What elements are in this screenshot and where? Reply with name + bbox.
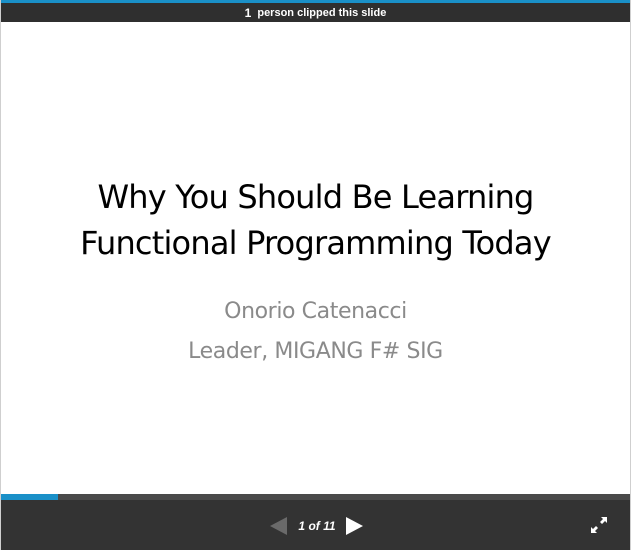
slide-author: Onorio Catenacci [224, 299, 407, 324]
slide-subtitle: Onorio Catenacci Leader, MIGANG F# SIG [1, 292, 630, 372]
previous-slide-button[interactable] [269, 516, 289, 536]
total-pages: 11 [323, 519, 336, 533]
clip-count: 1 [244, 5, 252, 20]
slide-title: Why You Should Be Learning Functional Pr… [1, 174, 630, 266]
slide-author-role: Leader, MIGANG F# SIG [188, 339, 443, 364]
player-controls: 1 of 11 [1, 500, 630, 550]
current-page: 1 [298, 519, 306, 533]
slide-viewer: 1 person clipped this slide Why You Shou… [0, 0, 631, 550]
prev-arrow-icon [270, 517, 287, 535]
fullscreen-icon [591, 517, 607, 533]
clip-bar[interactable]: 1 person clipped this slide [1, 3, 630, 22]
slide-title-line-2: Functional Programming Today [80, 224, 552, 262]
slide-title-line-1: Why You Should Be Learning [97, 178, 534, 216]
clip-text: person clipped this slide [257, 6, 387, 19]
page-of-label: of [308, 519, 320, 533]
next-arrow-icon [346, 517, 363, 535]
fullscreen-button[interactable] [590, 516, 608, 534]
next-slide-button[interactable] [344, 516, 364, 536]
slide-canvas: Why You Should Be Learning Functional Pr… [1, 22, 630, 495]
page-indicator: 1 of 11 [291, 517, 343, 535]
